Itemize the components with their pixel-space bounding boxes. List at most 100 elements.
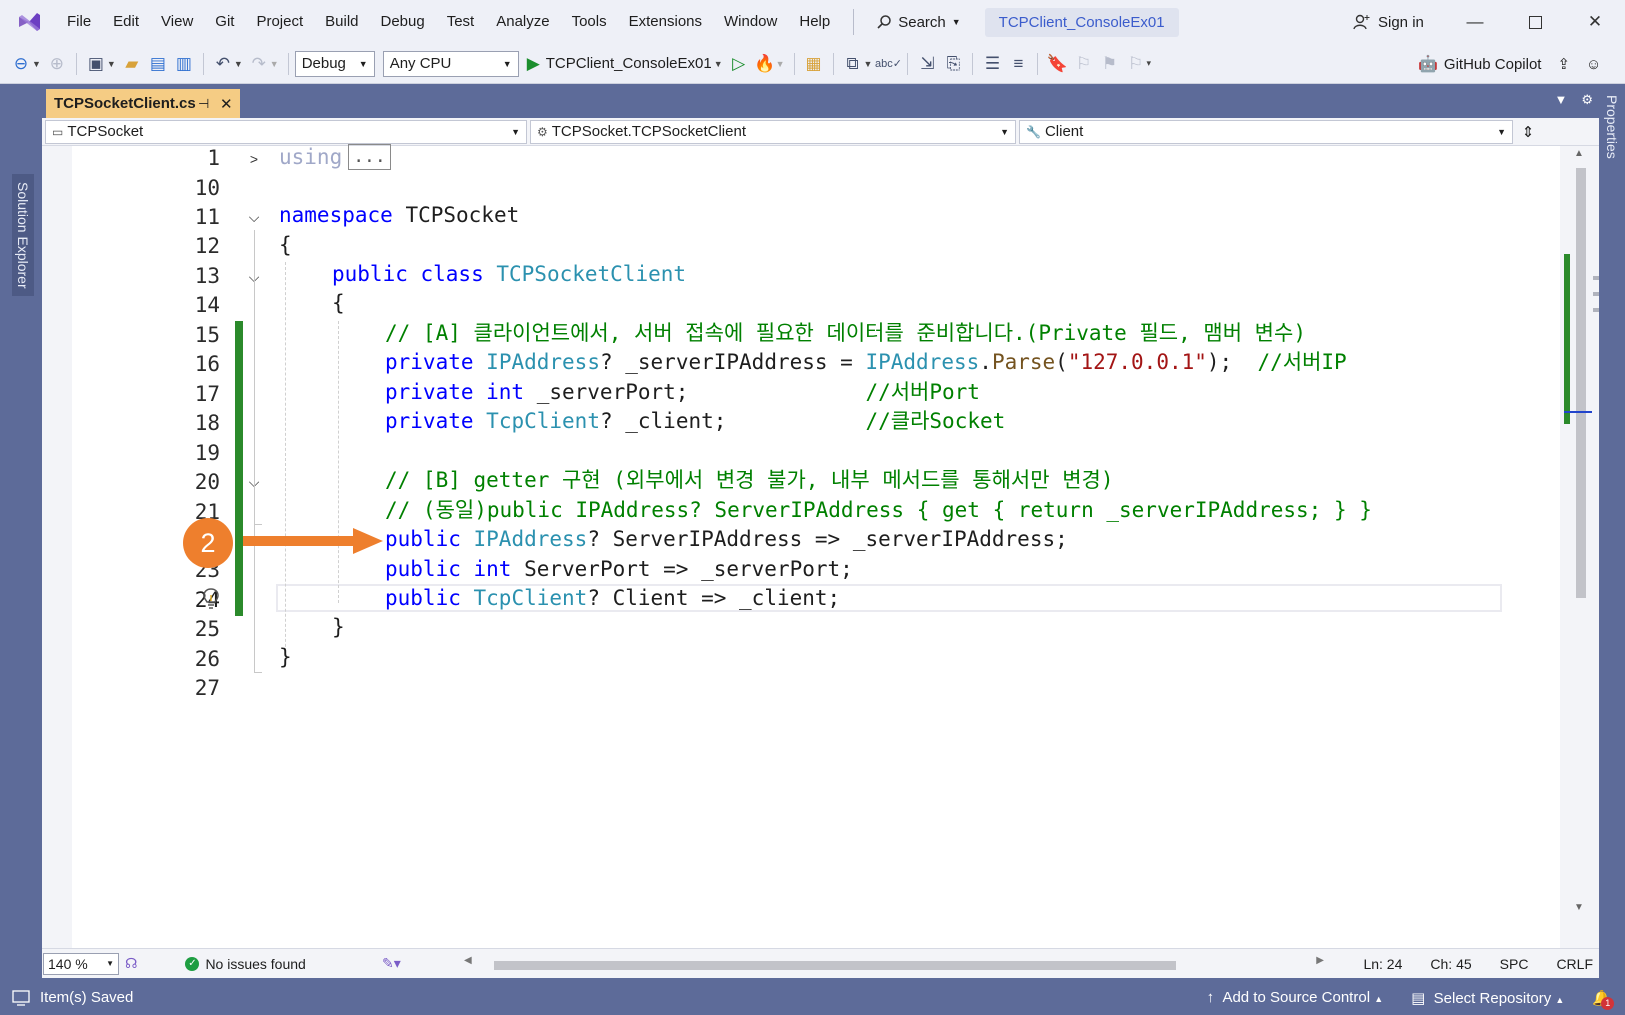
search-box[interactable]: Search ▼	[866, 14, 970, 31]
scroll-right-icon[interactable]: ▶	[1316, 955, 1324, 966]
pin-button[interactable]: ⎘	[940, 51, 966, 77]
spell-check-button[interactable]: abc✓	[875, 51, 902, 77]
project-dropdown[interactable]: ▭ TCPSocket ▼	[45, 119, 527, 144]
horizontal-scrollbar[interactable]: ◀ ▶	[464, 955, 1324, 971]
solution-explorer-tab[interactable]: Solution Explorer	[12, 174, 34, 296]
minimize-button[interactable]: —	[1445, 0, 1505, 44]
chevron-down-icon[interactable]: ▼	[864, 59, 873, 69]
pin-icon[interactable]: ⊣	[198, 96, 209, 112]
start-without-debugging-button[interactable]: ▷	[726, 51, 752, 77]
add-to-source-control-button[interactable]: ↑ Add to Source Control ▲	[1207, 989, 1384, 1006]
caret-up-icon: ▲	[1555, 994, 1565, 1005]
toolbar-overflow-icon[interactable]: ▾	[1146, 58, 1151, 69]
select-repository-button[interactable]: ▤ Select Repository ▲	[1411, 989, 1564, 1007]
feedback-icon[interactable]: ☺	[1586, 56, 1601, 73]
scrollbar-thumb[interactable]	[1576, 168, 1586, 598]
menu-file[interactable]: File	[56, 0, 102, 44]
scroll-left-icon[interactable]: ◀	[464, 955, 472, 966]
menu-git[interactable]: Git	[204, 0, 245, 44]
save-all-button[interactable]: ▥	[171, 51, 197, 77]
split-window-button[interactable]: ⇕	[1517, 120, 1539, 144]
menu-edit[interactable]: Edit	[102, 0, 150, 44]
undo-button[interactable]: ↶	[210, 51, 236, 77]
properties-tab[interactable]: Properties	[1601, 90, 1623, 164]
chevron-down-icon[interactable]: ▼	[776, 59, 785, 69]
column-indicator[interactable]: Ch: 45	[1430, 956, 1471, 972]
scroll-down-icon[interactable]: ▼	[1574, 902, 1584, 913]
keyword: public int	[385, 557, 512, 581]
menu-view[interactable]: View	[150, 0, 204, 44]
quick-actions-lightbulb-icon[interactable]	[200, 586, 222, 612]
code-cleanup-brush-icon[interactable]: ✎▾	[382, 955, 401, 972]
tab-list-dropdown-icon[interactable]: ▼	[1554, 92, 1567, 108]
github-copilot-button[interactable]: 🤖 GitHub Copilot ⇪ ☺	[1418, 44, 1601, 84]
chevron-down-icon[interactable]: ▼	[714, 59, 723, 69]
menu-window[interactable]: Window	[713, 0, 788, 44]
status-right-area: ↑ Add to Source Control ▲ ▤ Select Repos…	[1207, 980, 1615, 1015]
step-into-button[interactable]: ⇲	[914, 51, 940, 77]
notifications-button[interactable]: 🔔 1	[1592, 989, 1615, 1010]
collapsed-region[interactable]: ...	[348, 144, 391, 170]
chevron-down-icon[interactable]: ▼	[107, 59, 116, 69]
scroll-up-icon[interactable]: ▲	[1574, 148, 1584, 159]
chevron-down-icon[interactable]: ▼	[270, 59, 279, 69]
layout-button[interactable]: ⧉	[840, 51, 866, 77]
save-button[interactable]: ▤	[145, 51, 171, 77]
folder-icon: ▦	[805, 53, 822, 73]
expand-chevron-icon[interactable]: >	[246, 144, 262, 174]
line-endings-indicator[interactable]: CRLF	[1556, 956, 1593, 972]
navigate-forward-button[interactable]: ⊕	[44, 51, 70, 77]
member-dropdown[interactable]: 🔧 Client ▼	[1019, 119, 1513, 144]
type-dropdown[interactable]: ⚙ TCPSocket.TCPSocketClient ▼	[530, 119, 1016, 144]
next-bookmark-button[interactable]: ⚑	[1096, 51, 1122, 77]
issues-indicator[interactable]: ✓ No issues found	[185, 956, 306, 972]
solution-explorer-button[interactable]: ▦	[801, 51, 827, 77]
uncomment-button[interactable]: ≡	[1005, 51, 1031, 77]
flame-icon: 🔥	[754, 53, 776, 73]
document-tab[interactable]: TCPSocketClient.cs ⊣ ✕	[46, 89, 240, 118]
clear-bookmarks-button[interactable]: ⚐	[1122, 51, 1148, 77]
menu-test[interactable]: Test	[436, 0, 486, 44]
toggle-bookmark-button[interactable]: 🔖	[1044, 51, 1070, 77]
close-tab-icon[interactable]: ✕	[220, 95, 233, 113]
line-indicator[interactable]: Ln: 24	[1363, 956, 1402, 972]
hot-reload-button[interactable]: 🔥	[752, 51, 778, 77]
chevron-down-icon[interactable]: ▼	[32, 59, 41, 69]
collapse-chevron-icon[interactable]: ⌵	[246, 202, 262, 232]
menu-tools[interactable]: Tools	[561, 0, 618, 44]
menu-analyze[interactable]: Analyze	[485, 0, 560, 44]
previous-bookmark-button[interactable]: ⚐	[1070, 51, 1096, 77]
sign-in-button[interactable]: Sign in	[1352, 0, 1424, 44]
code-editor[interactable]: > ⌵ ⌵ ⌵ 1 10 11 12 13 14 15 16 17 18 19 …	[42, 144, 1599, 948]
close-button[interactable]: ✕	[1565, 0, 1625, 44]
start-debugging-icon[interactable]: ▶	[527, 54, 540, 74]
navigate-back-button[interactable]: ⊖	[8, 51, 34, 77]
open-file-button[interactable]: ▰	[119, 51, 145, 77]
chevron-down-icon[interactable]: ▼	[234, 59, 243, 69]
platform-dropdown[interactable]: Any CPU ▼	[382, 50, 519, 77]
configuration-dropdown[interactable]: Debug ▼	[294, 50, 375, 77]
solution-name-badge[interactable]: TCPClient_ConsoleEx01	[984, 7, 1179, 37]
copilot-icon: 🤖	[1418, 56, 1438, 73]
comment-out-button[interactable]: ☰	[979, 51, 1005, 77]
visual-studio-logo-icon[interactable]	[16, 9, 42, 35]
title-bar: File Edit View Git Project Build Debug T…	[0, 0, 1625, 44]
startup-project-button[interactable]: TCPClient_ConsoleEx01	[546, 55, 712, 72]
horizontal-scrollbar-thumb[interactable]	[494, 961, 1176, 970]
document-tab-well: TCPSocketClient.cs ⊣ ✕ ▼ ⚙	[42, 84, 1599, 118]
zoom-dropdown[interactable]: 140 % ▼	[43, 952, 119, 975]
output-window-icon[interactable]	[12, 989, 30, 1006]
menu-debug[interactable]: Debug	[370, 0, 436, 44]
menu-help[interactable]: Help	[788, 0, 841, 44]
menu-build[interactable]: Build	[314, 0, 369, 44]
menu-extensions[interactable]: Extensions	[618, 0, 713, 44]
maximize-button[interactable]	[1505, 0, 1565, 44]
settings-gear-icon[interactable]: ⚙	[1581, 92, 1593, 108]
redo-button[interactable]: ↷	[246, 51, 272, 77]
share-icon[interactable]: ⇪	[1557, 55, 1570, 73]
vertical-scrollbar[interactable]: ▲ ▼	[1560, 146, 1599, 948]
copilot-status-icon[interactable]: ☊	[125, 955, 137, 972]
whitespace-indicator[interactable]: SPC	[1500, 956, 1529, 972]
menu-project[interactable]: Project	[245, 0, 314, 44]
new-item-button[interactable]: ▣	[83, 51, 109, 77]
